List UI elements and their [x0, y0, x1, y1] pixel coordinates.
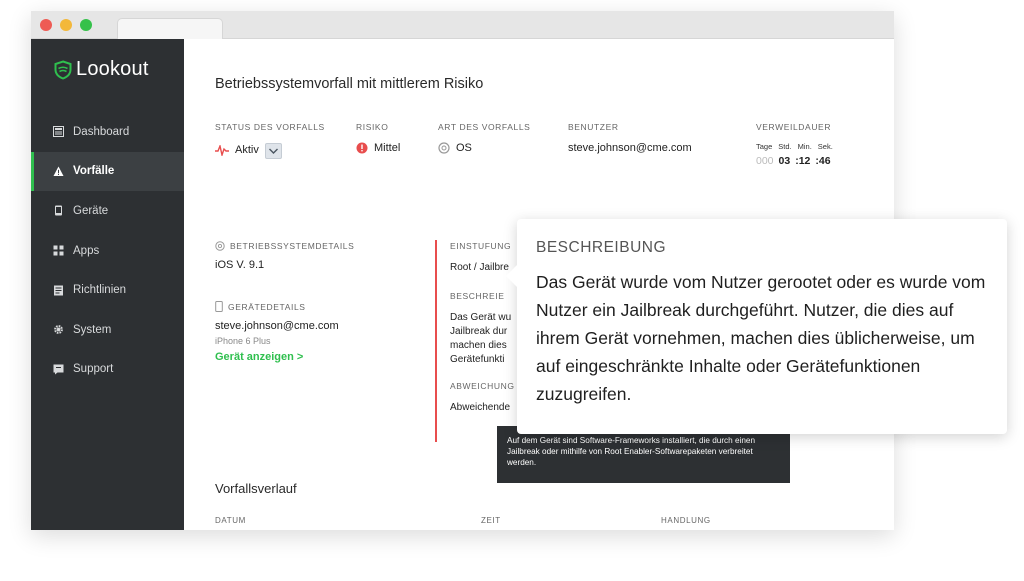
- maximize-window-button[interactable]: [80, 19, 92, 31]
- sidebar-nav: Dashboard Vorfälle Geräte Apps Richtlini…: [31, 112, 184, 389]
- page-title: Betriebssystemvorfall mit mittlerem Risi…: [215, 76, 484, 92]
- gear-icon: [54, 325, 63, 335]
- chevron-down-icon: [268, 148, 278, 154]
- sidebar-item-label: Apps: [73, 244, 100, 257]
- description-label: BESCHREIE: [450, 291, 505, 301]
- description-line: machen dies: [450, 340, 507, 351]
- sidebar-item-label: Support: [73, 363, 114, 376]
- sidebar-item-label: Vorfälle: [73, 165, 115, 178]
- dwell-days: 000: [756, 155, 774, 167]
- status-text: Aktiv: [235, 144, 259, 156]
- dwell-days-unit: Tage: [756, 142, 773, 151]
- os-icon: [438, 142, 450, 154]
- type-value: OS: [438, 142, 530, 154]
- history-column-time[interactable]: ZEIT: [481, 516, 501, 525]
- dwell-hours-unit: Std.: [778, 142, 792, 151]
- support-icon: [53, 364, 64, 375]
- sidebar-item-incidents[interactable]: Vorfälle: [31, 151, 184, 192]
- sidebar-item-label: Richtlinien: [73, 284, 127, 297]
- classification-label: EINSTUFUNG: [450, 241, 512, 251]
- lookout-logo[interactable]: Lookout: [53, 58, 149, 81]
- status-column: STATUS DES VORFALLS Aktiv: [215, 122, 325, 159]
- deviation-label: ABWEICHUNG: [450, 381, 515, 391]
- device-details-label: GERÄTEDETAILS: [215, 301, 354, 312]
- description-tooltip: Auf dem Gerät sind Software-Frameworks i…: [497, 426, 790, 483]
- window-titlebar: [31, 11, 894, 39]
- phone-icon: [215, 301, 223, 312]
- dashboard-icon: [53, 126, 64, 138]
- history-column-date[interactable]: DATUM: [215, 516, 246, 525]
- view-device-link[interactable]: Gerät anzeigen >: [215, 351, 354, 363]
- os-icon: [215, 241, 225, 251]
- sidebar-item-label: Geräte: [73, 204, 109, 217]
- dwell-values: 000 03 :12 :46: [756, 155, 839, 167]
- risk-text: Mittel: [374, 142, 401, 154]
- risk-indicator-line: [435, 240, 437, 442]
- dwell-unit-labels: Tage Std. Min. Sek.: [756, 142, 839, 151]
- apps-grid-icon: [53, 245, 64, 256]
- shield-logo-icon: [54, 59, 72, 80]
- status-value: Aktiv: [215, 142, 325, 159]
- dwell-label: VERWEILDAUER: [756, 122, 832, 132]
- risk-value: Mittel: [356, 142, 400, 154]
- status-dropdown-button[interactable]: [264, 143, 282, 159]
- callout-text: Das Gerät wurde vom Nutzer gerootet oder…: [536, 272, 986, 404]
- deviation-value: Abweichende: [450, 402, 511, 413]
- status-label: STATUS DES VORFALLS: [215, 122, 325, 132]
- history-title: Vorfallsverlauf: [215, 481, 297, 496]
- type-column: ART DES VORFALLS OS: [438, 122, 530, 154]
- sidebar: Lookout Dashboard Vorfälle Geräte Apps R…: [31, 39, 184, 530]
- dwell-seconds: :46: [815, 155, 831, 167]
- risk-label: RISIKO: [356, 122, 389, 132]
- user-value: steve.johnson@cme.com: [568, 142, 692, 154]
- dwell-hours: 03: [778, 155, 791, 167]
- logo-text: Lookout: [76, 58, 149, 80]
- device-details-section: BETRIEBSSYSTEMDETAILS iOS V. 9.1 GERÄTED…: [215, 241, 354, 363]
- user-label: BENUTZER: [568, 122, 619, 132]
- os-version: iOS V. 9.1: [215, 259, 265, 271]
- sidebar-item-devices[interactable]: Geräte: [31, 191, 184, 231]
- device-model: iPhone 6 Plus: [215, 336, 271, 346]
- description-line: Gerätefunkti: [450, 354, 505, 365]
- risk-column: RISIKO Mittel: [356, 122, 400, 154]
- callout-title: BESCHREIBUNG: [536, 239, 667, 256]
- dwell-column: VERWEILDAUER Tage Std. Min. Sek. 000 03 …: [756, 122, 839, 167]
- sidebar-item-system[interactable]: System: [31, 310, 184, 350]
- type-text: OS: [456, 142, 472, 154]
- os-details-label: BETRIEBSSYSTEMDETAILS: [215, 241, 354, 251]
- alert-circle-icon: [356, 142, 368, 154]
- history-column-action[interactable]: HANDLUNG: [661, 516, 711, 525]
- sidebar-item-apps[interactable]: Apps: [31, 231, 184, 271]
- device-icon: [55, 205, 62, 216]
- sidebar-item-label: Dashboard: [73, 125, 130, 138]
- user-column: BENUTZER steve.johnson@cme.com: [568, 122, 692, 154]
- sidebar-item-dashboard[interactable]: Dashboard: [31, 112, 184, 152]
- description-line: Jailbreak dur: [450, 326, 508, 337]
- dwell-minutes: :12: [795, 155, 811, 167]
- minimize-window-button[interactable]: [60, 19, 72, 31]
- policy-icon: [54, 285, 63, 296]
- close-window-button[interactable]: [40, 19, 52, 31]
- dwell-seconds-unit: Sek.: [817, 142, 833, 151]
- sidebar-item-label: System: [73, 323, 112, 336]
- pulse-icon: [215, 144, 229, 156]
- sidebar-item-policies[interactable]: Richtlinien: [31, 270, 184, 310]
- warning-icon: [53, 166, 64, 176]
- browser-tab[interactable]: [117, 18, 223, 39]
- sidebar-item-support[interactable]: Support: [31, 350, 184, 390]
- type-label: ART DES VORFALLS: [438, 122, 531, 132]
- description-line: Das Gerät wu: [450, 312, 512, 323]
- dwell-minutes-unit: Min.: [797, 142, 812, 151]
- description-callout: BESCHREIBUNG Das Gerät wurde vom Nutzer …: [506, 219, 1007, 434]
- device-email: steve.johnson@cme.com: [215, 320, 339, 332]
